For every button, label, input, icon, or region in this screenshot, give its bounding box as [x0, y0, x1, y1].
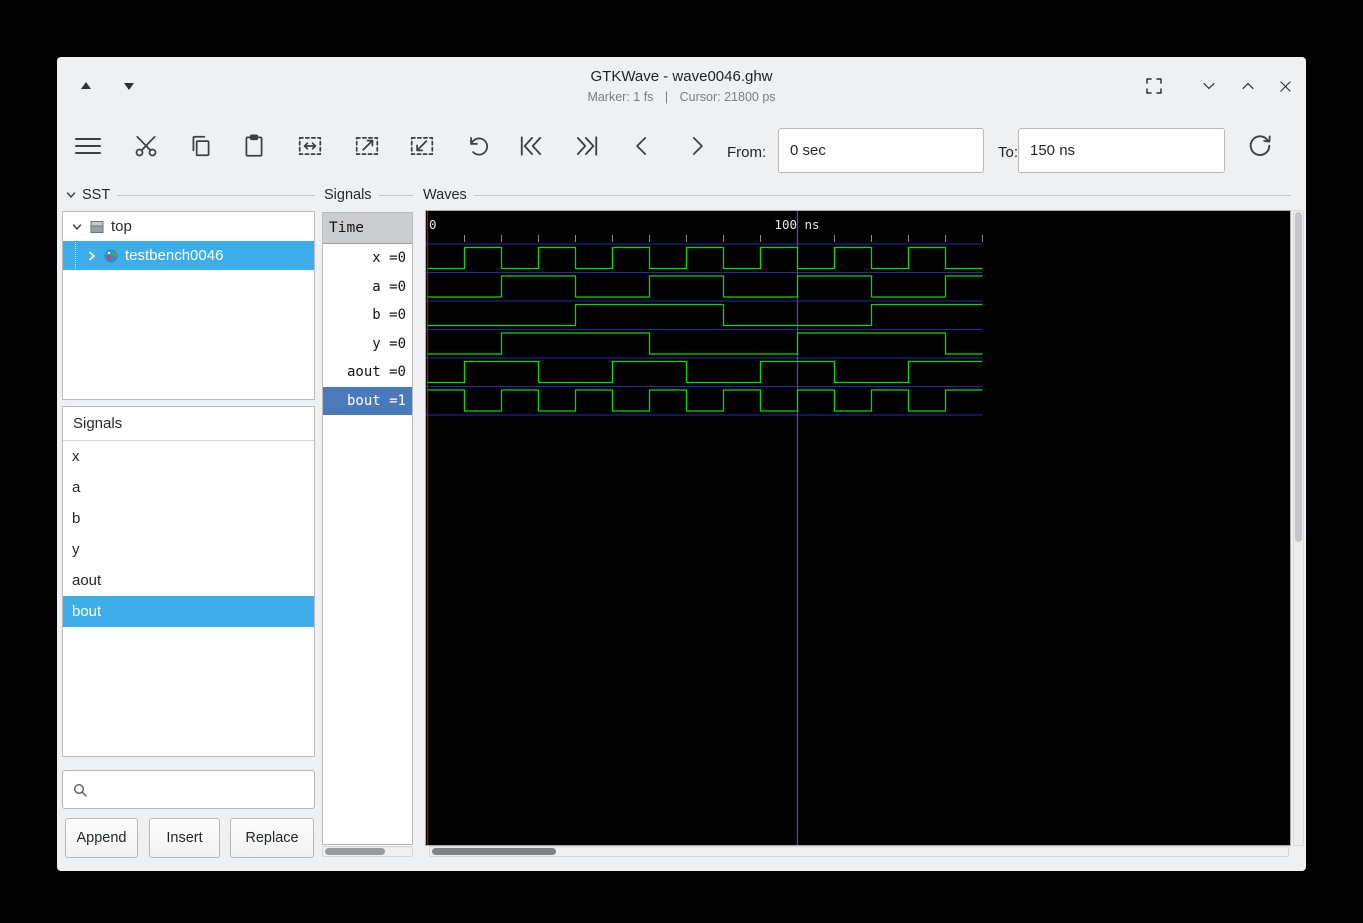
- signal-name-row-y[interactable]: y =0: [323, 330, 412, 359]
- list-item-b[interactable]: b: [63, 503, 314, 534]
- main-area: SST Signals Waves top: [57, 177, 1306, 871]
- scrollbar-thumb[interactable]: [325, 848, 385, 855]
- module-icon: [89, 219, 105, 235]
- marker-status: Marker: 1 fs: [587, 90, 653, 104]
- close-icon: [1277, 78, 1294, 95]
- tree-item-label: testbench0046: [125, 247, 223, 264]
- zoom-in-icon: [408, 133, 436, 159]
- list-item-aout[interactable]: aout: [63, 565, 314, 596]
- zoom-in-button[interactable]: [402, 124, 442, 168]
- waves-frame-label-row: Waves: [423, 185, 1291, 205]
- names-horizontal-scrollbar[interactable]: [322, 846, 413, 857]
- list-item-bout[interactable]: bout: [63, 596, 314, 627]
- search-icon: [72, 782, 88, 798]
- insert-button[interactable]: Insert: [149, 818, 220, 858]
- tree-guide-line: [75, 242, 76, 269]
- skip-to-end-icon: [572, 132, 602, 160]
- close-button[interactable]: [1270, 71, 1300, 101]
- copy-icon: [188, 133, 214, 159]
- replace-button[interactable]: Replace: [230, 818, 314, 858]
- sst-tree-panel: top testbench0046: [62, 211, 315, 400]
- maximize-button[interactable]: [1233, 71, 1263, 101]
- chevron-right-icon: [684, 132, 710, 160]
- frame-line: [474, 195, 1291, 196]
- signal-name-row-a[interactable]: a =0: [323, 273, 412, 302]
- menu-button[interactable]: [68, 124, 108, 168]
- sst-frame-label: SST: [82, 187, 110, 203]
- zoom-out-button[interactable]: [347, 124, 387, 168]
- waves-vertical-scrollbar[interactable]: [1293, 210, 1304, 846]
- signal-search-header: Signals: [63, 407, 314, 441]
- tree-item-top[interactable]: top: [63, 212, 314, 241]
- signal-search-box[interactable]: [62, 770, 315, 809]
- cut-button[interactable]: [126, 124, 166, 168]
- signal-name-row-aout[interactable]: aout =0: [323, 358, 412, 387]
- titlebar[interactable]: GTKWave - wave0046.ghw Marker: 1 fs | Cu…: [57, 57, 1306, 115]
- timebar-mid-label: 100 ns: [774, 217, 819, 232]
- frame-line: [379, 195, 413, 196]
- signals-frame-label: Signals: [324, 187, 372, 203]
- to-start-button[interactable]: [511, 124, 551, 168]
- signal-name-row-bout[interactable]: bout =1: [323, 387, 412, 416]
- corners-box-icon: [1143, 75, 1165, 97]
- tree-item-label: top: [111, 218, 132, 235]
- timebar-start-label: 0: [429, 217, 437, 232]
- to-label: To:: [998, 144, 1018, 161]
- signal-name-row-x[interactable]: x =0: [323, 244, 412, 273]
- list-item-a[interactable]: a: [63, 472, 314, 503]
- expander-right-icon[interactable]: [86, 250, 98, 262]
- globe-icon: [103, 248, 119, 264]
- reload-icon: [1246, 132, 1274, 160]
- scrollbar-thumb[interactable]: [432, 848, 556, 855]
- gtkwave-window: GTKWave - wave0046.ghw Marker: 1 fs | Cu…: [57, 57, 1306, 871]
- waves-frame-label: Waves: [423, 187, 467, 203]
- zoom-fit-icon: [296, 133, 324, 159]
- waves-horizontal-scrollbar[interactable]: [429, 846, 1289, 857]
- zoom-out-icon: [353, 133, 381, 159]
- chevron-left-icon: [629, 132, 655, 160]
- append-button[interactable]: Append: [65, 818, 138, 858]
- from-input[interactable]: [778, 128, 984, 173]
- shift-left-button[interactable]: [622, 124, 662, 168]
- waveform-display[interactable]: 0 100 ns: [426, 211, 1290, 845]
- search-input[interactable]: [88, 771, 314, 808]
- shift-right-button[interactable]: [677, 124, 717, 168]
- expander-down-icon[interactable]: [65, 189, 77, 201]
- status-separator: |: [665, 90, 668, 104]
- time-header: Time: [323, 213, 412, 244]
- zoom-undo-button[interactable]: [457, 124, 497, 168]
- list-item-y[interactable]: y: [63, 534, 314, 565]
- signal-name-row-b[interactable]: b =0: [323, 301, 412, 330]
- expander-down-icon[interactable]: [71, 221, 83, 233]
- tree-item-testbench0046[interactable]: testbench0046: [63, 241, 314, 270]
- zoom-fit-button[interactable]: [290, 124, 330, 168]
- reload-button[interactable]: [1240, 124, 1280, 168]
- signals-frame-label-row: Signals: [324, 185, 413, 205]
- clipboard-paste-icon: [241, 133, 267, 159]
- scrollbar-thumb[interactable]: [1295, 212, 1302, 542]
- undo-arrow-icon: [464, 133, 490, 159]
- keep-above-button[interactable]: [1139, 71, 1169, 101]
- signal-search-panel: Signals x a b y aout bout: [62, 406, 315, 757]
- toolbar: From: To:: [57, 115, 1306, 177]
- hamburger-menu-icon: [73, 134, 103, 158]
- signal-names-panel: Time x =0 a =0 b =0 y =0 aout =0 bout =1: [322, 212, 413, 845]
- frame-line: [117, 195, 315, 196]
- wave-canvas[interactable]: 0 100 ns: [425, 210, 1291, 846]
- copy-button[interactable]: [181, 124, 221, 168]
- minimize-button[interactable]: [1194, 71, 1224, 101]
- window-title: GTKWave - wave0046.ghw: [57, 68, 1306, 85]
- to-end-button[interactable]: [567, 124, 607, 168]
- cursor-status: Cursor: 21800 ps: [680, 90, 776, 104]
- from-label: From:: [727, 144, 766, 161]
- skip-to-start-icon: [516, 132, 546, 160]
- to-input[interactable]: [1018, 128, 1225, 173]
- paste-button[interactable]: [234, 124, 274, 168]
- chevron-down-icon: [1200, 77, 1218, 95]
- scissors-icon: [133, 133, 159, 159]
- chevron-up-icon: [1239, 77, 1257, 95]
- sst-frame-label-row: SST: [65, 185, 315, 205]
- window-statusline: Marker: 1 fs | Cursor: 21800 ps: [57, 90, 1306, 104]
- list-item-x[interactable]: x: [63, 441, 314, 472]
